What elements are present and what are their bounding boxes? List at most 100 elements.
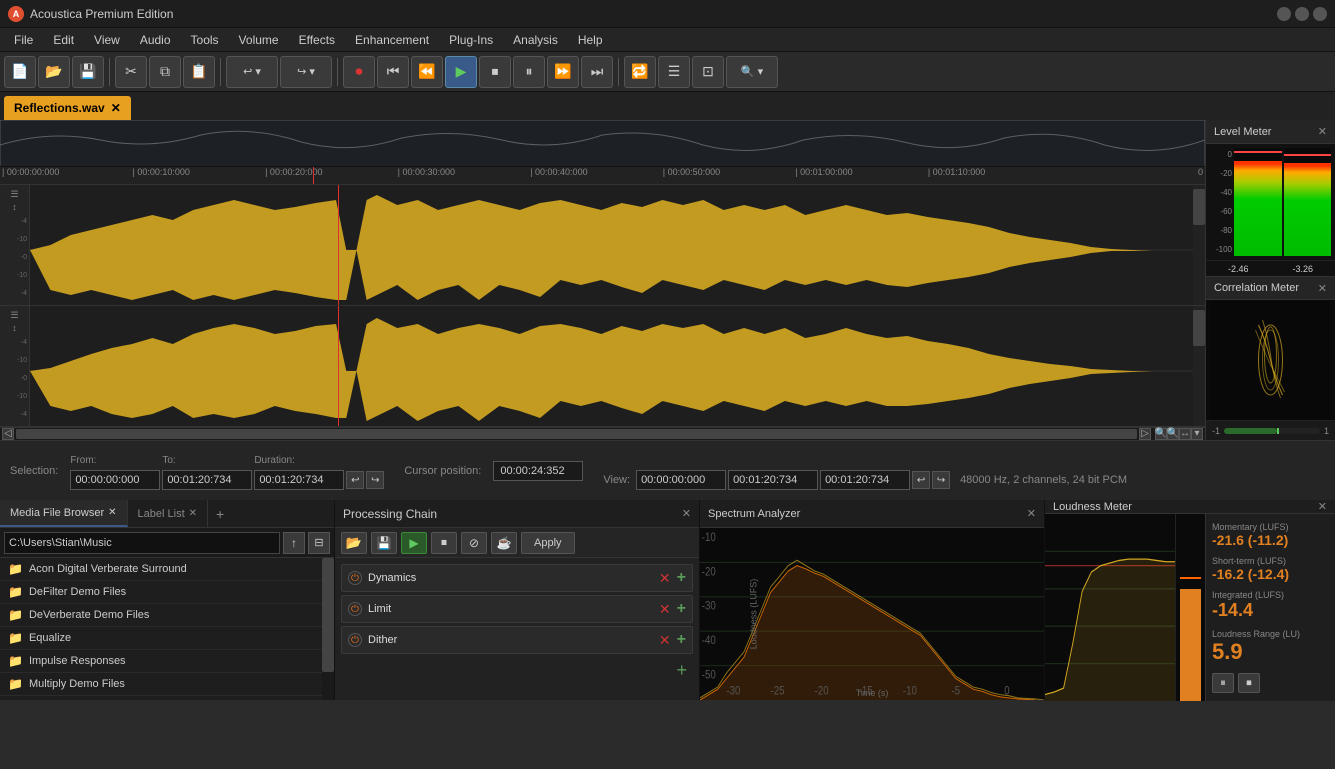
h-scrollbar-track[interactable] xyxy=(16,429,1137,439)
pc-apply-btn[interactable]: Apply xyxy=(521,532,575,554)
view-reset-btn[interactable]: ↩ xyxy=(912,471,930,489)
fb-scrollbar[interactable] xyxy=(322,558,334,700)
loudness-close[interactable]: ✕ xyxy=(1318,500,1327,513)
goto-start-button[interactable]: ⏮ xyxy=(377,56,409,88)
fb-item-4[interactable]: 📁 Equalize xyxy=(0,627,322,650)
spectrum-close[interactable]: ✕ xyxy=(1027,507,1036,520)
menu-edit[interactable]: Edit xyxy=(43,31,84,49)
pc-play-btn[interactable]: ▶ xyxy=(401,532,427,554)
level-meter-close[interactable]: ✕ xyxy=(1318,125,1327,138)
correlation-meter-close[interactable]: ✕ xyxy=(1318,282,1327,295)
fb-home-btn[interactable]: ⊟ xyxy=(308,532,330,554)
file-tab-close[interactable]: ✕ xyxy=(111,101,121,115)
loop-button[interactable]: 🔁 xyxy=(624,56,656,88)
selection-dur-input[interactable] xyxy=(254,470,344,490)
fb-item-1[interactable]: 📁 Acon Digital Verberate Surround xyxy=(0,558,322,581)
pc-add-effect-btn[interactable]: + xyxy=(676,660,687,681)
fb-scrollbar-thumb[interactable] xyxy=(322,558,334,672)
new-button[interactable]: 📄 xyxy=(4,56,36,88)
fast-forward-button[interactable]: ⏩ xyxy=(547,56,579,88)
menu-effects[interactable]: Effects xyxy=(289,31,345,49)
redo-button[interactable]: ↪ ▾ xyxy=(280,56,332,88)
file-path-input[interactable] xyxy=(4,532,280,554)
close-button[interactable]: ✕ xyxy=(1313,7,1327,21)
stop-button[interactable]: ⏹ xyxy=(479,56,511,88)
fb-item-3[interactable]: 📁 DeVerberate Demo Files xyxy=(0,604,322,627)
effect-remove-limit[interactable]: ✕ xyxy=(659,601,671,618)
rewind-button[interactable]: ⏪ xyxy=(411,56,443,88)
menu-file[interactable]: File xyxy=(4,31,43,49)
copy-button[interactable]: ⧉ xyxy=(149,56,181,88)
selection-apply-btn[interactable]: ↪ xyxy=(366,471,384,489)
effect-add-dynamics[interactable]: + xyxy=(677,569,686,587)
selection-from-input[interactable] xyxy=(70,470,160,490)
effect-add-dither[interactable]: + xyxy=(677,631,686,649)
file-browser-list[interactable]: 📁 Acon Digital Verberate Surround 📁 DeFi… xyxy=(0,558,322,700)
zoom-fit-btn[interactable]: ↔ xyxy=(1179,428,1191,440)
tab-add-btn[interactable]: + xyxy=(208,500,232,527)
pc-save-btn[interactable]: 💾 xyxy=(371,532,397,554)
fb-item-6[interactable]: 📁 Multiply Demo Files xyxy=(0,673,322,696)
selection-reset-btn[interactable]: ↩ xyxy=(346,471,364,489)
paste-button[interactable]: 📋 xyxy=(183,56,215,88)
scroll-left-btn[interactable]: ◁ xyxy=(2,428,14,440)
zoom-button[interactable]: 🔍 ▾ xyxy=(726,56,778,88)
record-button[interactable]: ⏺ xyxy=(343,56,375,88)
tab-label-list[interactable]: Label List ✕ xyxy=(128,500,208,527)
view-dur-input[interactable] xyxy=(820,470,910,490)
view-to-input[interactable] xyxy=(728,470,818,490)
menu-audio[interactable]: Audio xyxy=(130,31,181,49)
track-2-scrollbar[interactable] xyxy=(1193,306,1205,426)
menu-plugins[interactable]: Plug-Ins xyxy=(439,31,503,49)
effect-power-dither[interactable]: ⏻ xyxy=(348,633,362,647)
tab-media-browser-close[interactable]: ✕ xyxy=(108,507,116,518)
pc-bypass-btn[interactable]: ⊘ xyxy=(461,532,487,554)
zoom-menu-btn[interactable]: ▾ xyxy=(1191,428,1203,440)
pause-button[interactable]: ⏸ xyxy=(513,56,545,88)
effect-add-limit[interactable]: + xyxy=(677,600,686,618)
view-from-input[interactable] xyxy=(636,470,726,490)
file-tab-reflections[interactable]: Reflections.wav ✕ xyxy=(4,96,131,120)
fb-up-btn[interactable]: ↑ xyxy=(283,532,305,554)
effect-remove-dynamics[interactable]: ✕ xyxy=(659,570,671,587)
fb-item-5[interactable]: 📁 Impulse Responses xyxy=(0,650,322,673)
pc-stop-btn[interactable]: ⏹ xyxy=(431,532,457,554)
goto-end-button[interactable]: ⏭ xyxy=(581,56,613,88)
zoom-in-btn[interactable]: 🔍 xyxy=(1155,428,1167,440)
undo-button[interactable]: ↩ ▾ xyxy=(226,56,278,88)
effect-power-dynamics[interactable]: ⏻ xyxy=(348,571,362,585)
track-2-waveform[interactable] xyxy=(30,306,1193,426)
effect-power-limit[interactable]: ⏻ xyxy=(348,602,362,616)
waveform-overview[interactable] xyxy=(0,120,1205,167)
mix-button[interactable]: ☰ xyxy=(658,56,690,88)
scroll-right-btn[interactable]: ▷ xyxy=(1139,428,1151,440)
menu-analysis[interactable]: Analysis xyxy=(503,31,568,49)
save-button[interactable]: 💾 xyxy=(72,56,104,88)
view-apply-btn[interactable]: ↪ xyxy=(932,471,950,489)
play-button[interactable]: ▶ xyxy=(445,56,477,88)
loudness-pause-btn[interactable]: ⏸ xyxy=(1212,673,1234,693)
track-1-waveform[interactable] xyxy=(30,185,1193,305)
track-1-scrollbar[interactable] xyxy=(1193,185,1205,305)
open-button[interactable]: 📂 xyxy=(38,56,70,88)
loudness-reset-btn[interactable]: ⏹ xyxy=(1238,673,1260,693)
minimize-button[interactable]: — xyxy=(1277,7,1291,21)
effect-remove-dither[interactable]: ✕ xyxy=(659,632,671,649)
menu-help[interactable]: Help xyxy=(568,31,613,49)
menu-tools[interactable]: Tools xyxy=(181,31,229,49)
maximize-button[interactable]: □ xyxy=(1295,7,1309,21)
pc-folder-btn[interactable]: 📂 xyxy=(341,532,367,554)
h-scrollbar-thumb[interactable] xyxy=(16,429,1137,439)
zoom-out-btn[interactable]: 🔍 xyxy=(1167,428,1179,440)
menu-view[interactable]: View xyxy=(84,31,130,49)
pc-close[interactable]: ✕ xyxy=(682,507,691,520)
menu-volume[interactable]: Volume xyxy=(229,31,289,49)
tab-label-list-close[interactable]: ✕ xyxy=(189,508,197,519)
pc-cup-btn[interactable]: ☕ xyxy=(491,532,517,554)
menu-enhancement[interactable]: Enhancement xyxy=(345,31,439,49)
snap-button[interactable]: ⊡ xyxy=(692,56,724,88)
cursor-pos-input[interactable] xyxy=(493,461,583,481)
cut-button[interactable]: ✂ xyxy=(115,56,147,88)
fb-item-2[interactable]: 📁 DeFilter Demo Files xyxy=(0,581,322,604)
tab-media-browser[interactable]: Media File Browser ✕ xyxy=(0,500,128,527)
